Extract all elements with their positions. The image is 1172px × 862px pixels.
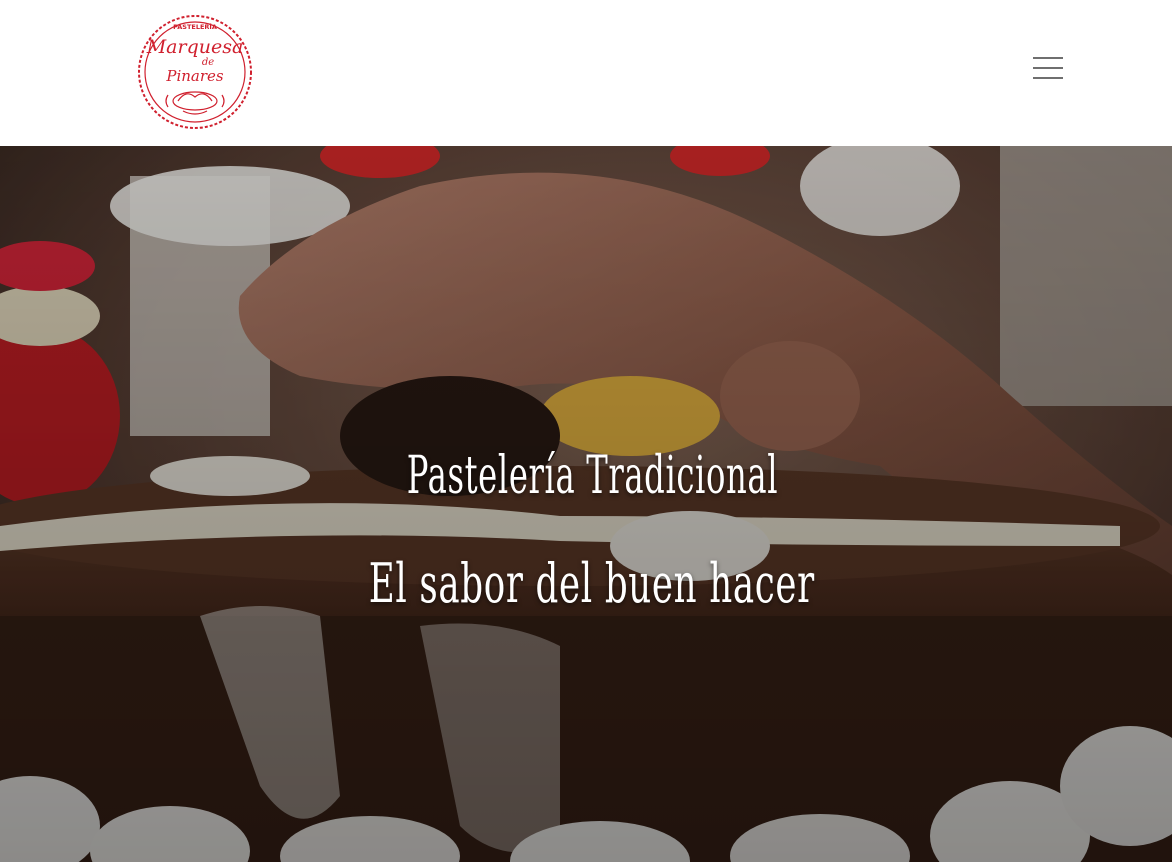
hero-title: Pastelería Tradicional — [406, 446, 779, 506]
logo-seal-icon: PASTELERÍA Marquesa de Pinares — [138, 15, 252, 129]
hero-banner: Pastelería Tradicional El sabor del buen… — [0, 146, 1172, 862]
brand-logo[interactable]: PASTELERÍA Marquesa de Pinares — [136, 13, 254, 131]
site-header: PASTELERÍA Marquesa de Pinares — [0, 0, 1172, 146]
hamburger-menu-icon — [1033, 57, 1063, 79]
hero-subtitle: El sabor del buen hacer — [368, 552, 815, 615]
svg-text:PASTELERÍA: PASTELERÍA — [173, 22, 217, 31]
svg-text:Marquesa: Marquesa — [146, 36, 244, 58]
svg-text:Pinares: Pinares — [165, 67, 224, 85]
menu-toggle-button[interactable] — [1026, 50, 1070, 86]
